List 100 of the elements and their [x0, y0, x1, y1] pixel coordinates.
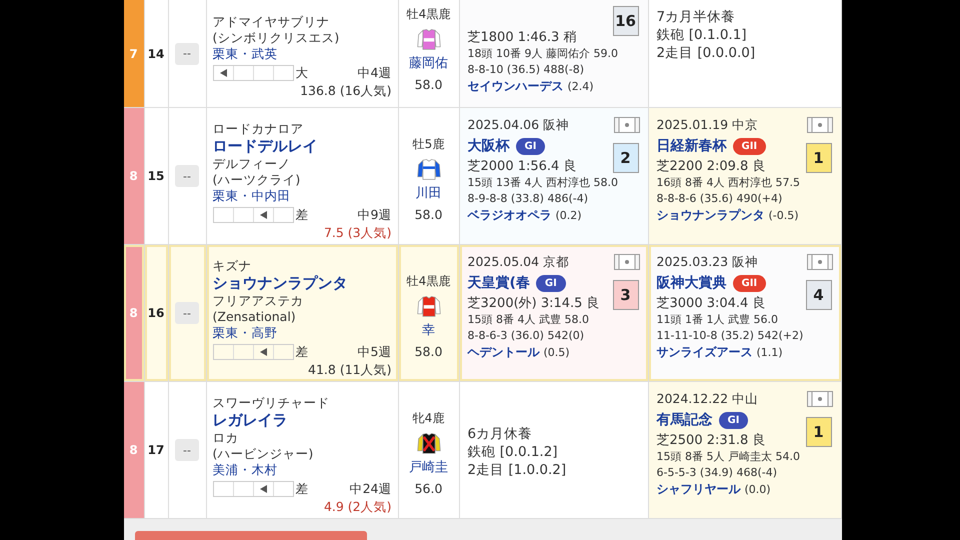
race-name-link[interactable]: 大阪杯: [468, 138, 510, 155]
winner-link[interactable]: シャフリヤール: [656, 482, 740, 496]
race-name-link[interactable]: 阪神大賞典: [656, 275, 726, 292]
jockey-link[interactable]: 幸: [422, 322, 435, 338]
winner-link[interactable]: ヘデントール: [468, 345, 540, 359]
mark-button[interactable]: --: [175, 42, 199, 64]
interval-text: 中4週: [358, 65, 392, 81]
video-icon[interactable]: [806, 254, 832, 270]
sire-name: ロードカナロア: [212, 121, 304, 137]
running-style-label: 大: [296, 65, 308, 81]
interval-text: 中5週: [358, 344, 392, 360]
dam-name: ロカ: [212, 430, 240, 446]
finish-position: 1: [806, 417, 832, 447]
race-detail-text: 18頭 10番 9人 藤岡佑介 59.0: [468, 46, 619, 62]
race-name-link[interactable]: 日経新春杯: [656, 138, 726, 155]
winner-link[interactable]: セイウンハーデス: [468, 79, 564, 93]
course-time-text: 芝2000 1:56.4 良: [468, 158, 578, 175]
interval-text: 中24週: [350, 481, 392, 497]
margin-text: (0.5): [544, 346, 570, 359]
race-name-link[interactable]: 天皇賞(春: [468, 275, 530, 292]
damsire-name: (ハービンジャー): [212, 446, 314, 462]
race-name-link[interactable]: 有馬記念: [656, 412, 712, 429]
passing-order-text: 8-8-6-3 (36.0) 542(0): [468, 328, 586, 344]
winner-link[interactable]: ショウナンラプンタ: [656, 208, 764, 222]
margin-text: (0.2): [556, 209, 582, 222]
odds-text: 136.8 (16人気): [299, 83, 392, 99]
jockey-link[interactable]: 戸崎圭: [409, 458, 448, 476]
mark-button[interactable]: --: [175, 302, 199, 324]
race-detail-text: 15頭 8番 4人 武豊 58.0: [468, 312, 590, 328]
trainer-link[interactable]: 栗東・中内田: [212, 188, 392, 204]
mark-button[interactable]: --: [175, 439, 199, 461]
grade-badge: GI: [718, 412, 748, 429]
race-date: 2024.12.22 中山: [656, 390, 758, 407]
layoff-text: 7カ月半休養: [656, 8, 736, 26]
weight-text: 56.0: [414, 480, 442, 496]
video-icon[interactable]: [806, 116, 832, 132]
video-icon[interactable]: [614, 254, 640, 270]
course-time-text: 芝1800 1:46.3 稍: [468, 29, 578, 46]
race-date: 2025.01.19 中京: [656, 116, 758, 133]
sex-age-text: 牡5鹿: [412, 136, 444, 152]
horse-number: 16: [144, 245, 168, 381]
layoff-text: 2走目 [1.0.0.2]: [468, 461, 568, 479]
jockey-link[interactable]: 川田: [416, 184, 442, 202]
grade-badge: GII: [732, 275, 766, 292]
course-time-text: 芝2500 2:31.8 良: [656, 432, 766, 449]
passing-order-text: 8-8-8-6 (35.6) 490(+4): [656, 191, 784, 207]
winner-link[interactable]: ベラジオオペラ: [468, 208, 552, 222]
dam-name: デルフィーノ: [212, 156, 292, 172]
arrow-icon: [260, 211, 266, 219]
passing-order-text: 8-9-8-8 (33.8) 486(-4): [468, 191, 590, 207]
video-icon[interactable]: [614, 116, 640, 132]
frame-number: 7: [124, 0, 144, 107]
grade-badge: GII: [732, 138, 766, 155]
video-icon[interactable]: [806, 390, 832, 406]
frame-number: 8: [124, 382, 144, 518]
frame-number: 8: [124, 245, 144, 381]
weight-text: 58.0: [414, 206, 442, 222]
race-date: 2025.04.06 阪神: [468, 116, 570, 133]
layoff-text: 2走目 [0.0.0.0]: [656, 44, 756, 62]
race-detail-text: 15頭 8番 5人 戸崎圭太 54.0: [656, 449, 801, 465]
trainer-link[interactable]: 美浦・木村: [212, 462, 392, 478]
passing-order-text: 6-5-5-3 (34.9) 468(-4): [656, 465, 778, 481]
weight-text: 58.0: [414, 342, 442, 360]
course-time-text: 芝3000 3:04.4 良: [656, 295, 766, 312]
sex-age-text: 牡4黒鹿: [406, 272, 450, 290]
horse-name-link[interactable]: ロードデルレイ: [212, 137, 392, 156]
course-time-text: 芝2200 2:09.8 良: [656, 158, 766, 175]
finish-position: 4: [806, 280, 832, 310]
race-date: 2025.05.04 京都: [468, 253, 570, 270]
margin-text: (0.0): [744, 483, 771, 496]
dam-name: アドマイヤサブリナ: [212, 14, 330, 30]
layoff-text: 鉄砲 [0.0.1.2]: [468, 443, 559, 461]
trainer-link[interactable]: 栗東・高野: [212, 325, 392, 341]
passing-order-text: 8-8-10 (36.5) 488(-8): [468, 62, 586, 78]
horse-name-link[interactable]: ショウナンラプンタ: [212, 274, 392, 293]
finish-position: 2: [612, 143, 638, 173]
sire-name: キズナ: [212, 258, 252, 274]
passing-order-text: 11-11-10-8 (35.2) 542(+2): [656, 328, 804, 344]
sex-age-text: 牝4鹿: [412, 410, 444, 426]
horse-number: 14: [144, 0, 168, 107]
grade-badge: GI: [536, 275, 566, 292]
race-date: 2025.03.23 阪神: [656, 253, 758, 270]
odds-text: 7.5 (3人気): [322, 225, 392, 241]
layoff-text: 6カ月休養: [468, 425, 534, 443]
horse-name-link[interactable]: レガレイラ: [212, 411, 392, 430]
layoff-text: 鉄砲 [0.1.0.1]: [656, 26, 748, 44]
race-detail-text: 15頭 13番 4人 西村淳也 58.0: [468, 175, 619, 191]
grade-badge: GI: [516, 138, 546, 155]
winner-link[interactable]: サンライズアース: [656, 345, 752, 359]
race-detail-text: 16頭 8番 4人 西村淳也 57.5: [656, 175, 801, 191]
margin-text: (2.4): [568, 80, 594, 93]
mark-button[interactable]: --: [175, 165, 199, 187]
margin-text: (-0.5): [768, 209, 799, 222]
damsire-name: (シンボリクリスエス): [212, 30, 340, 46]
trainer-link[interactable]: 栗東・武英: [212, 46, 392, 62]
frame-number: 8: [124, 108, 144, 244]
finish-position: 16: [612, 6, 638, 36]
jockey-link[interactable]: 藤岡佑: [409, 55, 448, 72]
running-style-label: 差: [296, 481, 308, 497]
odds-text: 4.9 (2人気): [322, 499, 392, 515]
